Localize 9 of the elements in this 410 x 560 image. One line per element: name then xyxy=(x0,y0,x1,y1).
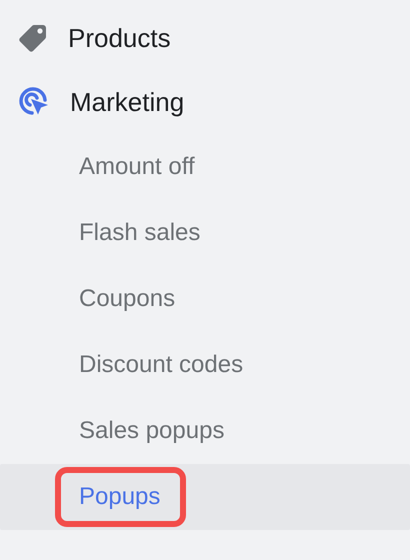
highlighted-sub-nav-item[interactable]: Popups xyxy=(55,467,186,527)
nav-item[interactable]: Marketing xyxy=(70,86,184,118)
sub-nav-item[interactable]: Flash sales xyxy=(55,203,226,263)
tag-icon xyxy=(18,23,48,53)
nav-item[interactable]: Products xyxy=(68,22,171,54)
sub-nav-item[interactable]: Amount off xyxy=(55,137,221,197)
sub-nav-item[interactable]: Coupons xyxy=(55,269,202,329)
sub-nav-item[interactable]: Discount codes xyxy=(55,335,270,395)
sub-nav-item[interactable]: Sales popups xyxy=(55,401,250,461)
